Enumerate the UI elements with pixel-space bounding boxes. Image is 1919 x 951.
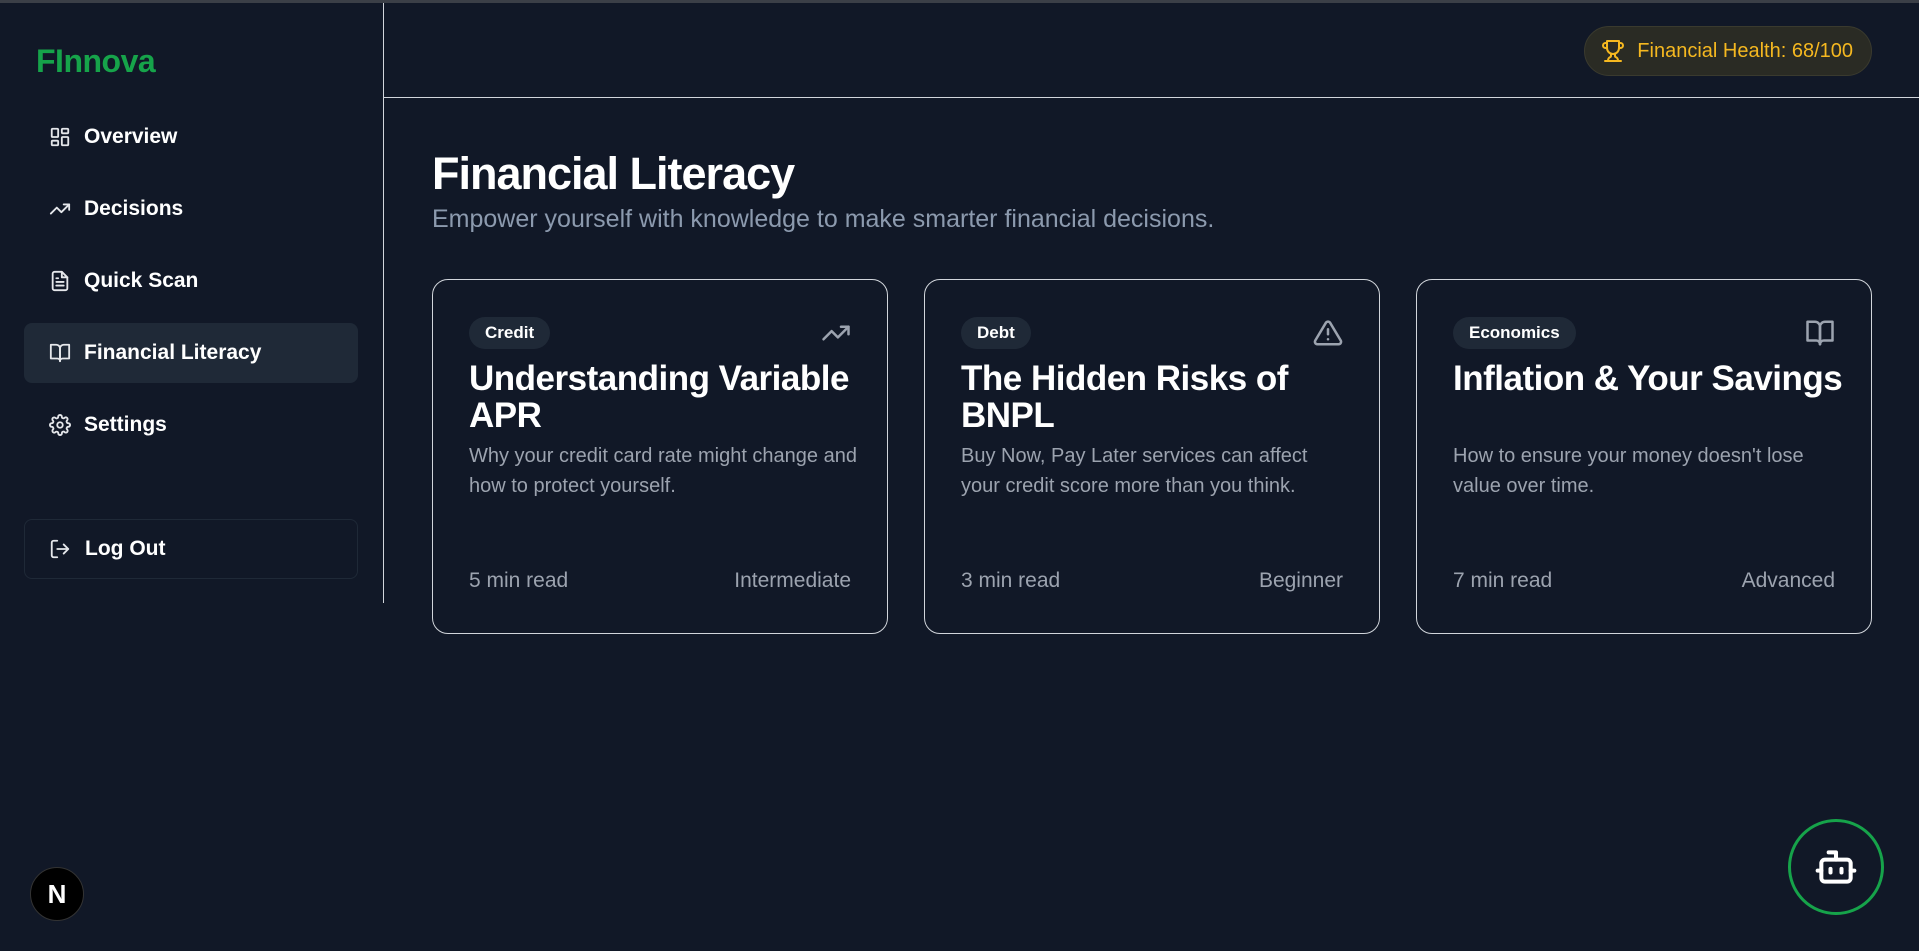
financial-health-label: Financial Health: 68/100 bbox=[1637, 39, 1853, 62]
read-time: 5 min read bbox=[469, 569, 569, 592]
read-time: 7 min read bbox=[1453, 569, 1553, 592]
card-title: The Hidden Risks of BNPL bbox=[961, 359, 1288, 435]
difficulty-level: Beginner bbox=[1258, 569, 1343, 592]
book-open-icon bbox=[1805, 318, 1835, 348]
sidebar-item-financial-literacy[interactable]: Financial Literacy bbox=[24, 323, 358, 383]
book-open-icon bbox=[48, 341, 72, 365]
trophy-icon bbox=[1602, 40, 1625, 62]
dev-tools-badge[interactable]: N bbox=[30, 867, 84, 921]
sidebar-item-label: Decisions bbox=[84, 197, 184, 220]
category-tag: Credit bbox=[469, 317, 551, 349]
card-description: How to ensure your money doesn't lose va… bbox=[1453, 445, 1804, 497]
page-title: Financial Literacy bbox=[432, 148, 795, 199]
logout-label: Log Out bbox=[85, 537, 166, 560]
sidebar-item-quick-scan[interactable]: Quick Scan bbox=[24, 251, 358, 311]
card-description: Buy Now, Pay Later services can affect y… bbox=[961, 445, 1308, 497]
chatbot-button[interactable] bbox=[1788, 819, 1884, 915]
sidebar-item-decisions[interactable]: Decisions bbox=[24, 179, 358, 239]
sidebar-item-label: Financial Literacy bbox=[84, 341, 262, 364]
card-title: Inflation & Your Savings bbox=[1453, 359, 1843, 398]
warning-icon bbox=[1313, 318, 1343, 348]
sidebar-item-label: Overview bbox=[84, 125, 178, 148]
trending-up-icon bbox=[821, 318, 851, 348]
sidebar-item-label: Settings bbox=[84, 413, 167, 436]
trending-up-icon bbox=[48, 197, 72, 221]
sidebar-nav: Overview Decisions Quick Scan Financial … bbox=[24, 107, 358, 467]
sidebar-item-overview[interactable]: Overview bbox=[24, 107, 358, 167]
app-logo[interactable]: FInnova bbox=[36, 43, 156, 80]
card-title: Understanding Variable APR bbox=[469, 359, 849, 435]
grid-icon bbox=[48, 125, 72, 149]
article-card-inflation[interactable]: Economics Inflation & Your Savings How t… bbox=[1416, 279, 1872, 634]
category-tag: Debt bbox=[961, 317, 1031, 349]
difficulty-level: Advanced bbox=[1741, 569, 1835, 592]
sidebar: FInnova Overview Decisions Quick Scan Fi… bbox=[0, 3, 384, 603]
financial-health-badge[interactable]: Financial Health: 68/100 bbox=[1584, 26, 1872, 76]
logout-button[interactable]: Log Out bbox=[24, 519, 358, 579]
article-card-variable-apr[interactable]: Credit Understanding Variable APR Why yo… bbox=[432, 279, 888, 634]
sidebar-item-label: Quick Scan bbox=[84, 269, 199, 292]
top-header: Financial Health: 68/100 bbox=[384, 3, 1919, 98]
sidebar-item-settings[interactable]: Settings bbox=[24, 395, 358, 455]
category-tag: Economics bbox=[1453, 317, 1576, 349]
card-description: Why your credit card rate might change a… bbox=[469, 445, 857, 497]
gear-icon bbox=[48, 413, 72, 437]
bot-icon bbox=[1815, 850, 1857, 884]
article-card-bnpl[interactable]: Debt The Hidden Risks of BNPL Buy Now, P… bbox=[924, 279, 1380, 634]
log-out-icon bbox=[49, 537, 73, 561]
difficulty-level: Intermediate bbox=[734, 569, 851, 592]
read-time: 3 min read bbox=[961, 569, 1061, 592]
file-text-icon bbox=[48, 269, 72, 293]
page-subtitle: Empower yourself with knowledge to make … bbox=[432, 205, 1215, 233]
